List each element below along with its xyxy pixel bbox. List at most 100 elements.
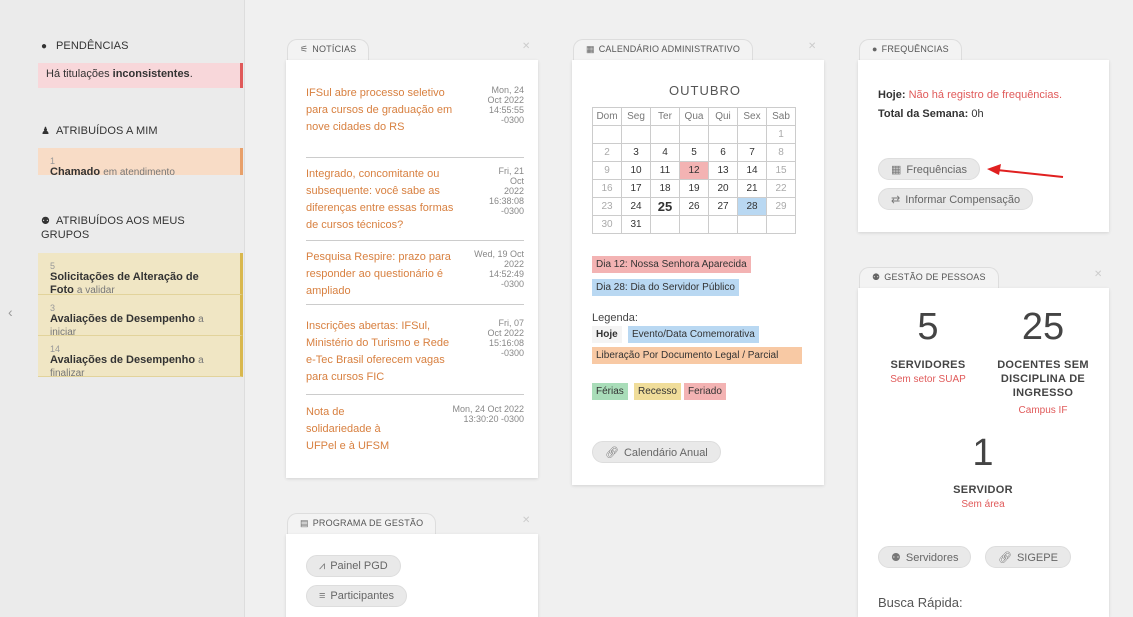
- users-icon: ⚉: [891, 552, 901, 564]
- calendario-anual-button[interactable]: 🔗︎ Calendário Anual: [592, 441, 721, 463]
- calendar-empty-cell: [621, 125, 651, 144]
- file-icon: ▤: [300, 518, 309, 528]
- calendar-day[interactable]: 28: [737, 197, 767, 216]
- news-item[interactable]: Nota de solidariedade à UFPel e à UFSM M…: [306, 404, 524, 460]
- calendar-day[interactable]: 30: [592, 215, 622, 234]
- stat-servidores-num[interactable]: 5: [898, 306, 958, 349]
- painel-pgd-button[interactable]: ⩘ Painel PGD: [306, 555, 401, 577]
- clock-icon: ●: [872, 44, 878, 54]
- pendencia-alert[interactable]: Há titulações inconsistentes.: [38, 63, 243, 88]
- calendar-empty-cell: [650, 215, 680, 234]
- calendar-day[interactable]: 5: [679, 143, 709, 162]
- close-icon[interactable]: ✕: [522, 41, 530, 52]
- calendar-day[interactable]: 6: [708, 143, 738, 162]
- calendar-day[interactable]: 11: [650, 161, 680, 180]
- news-item[interactable]: Integrado, concomitante ou subsequente: …: [306, 166, 524, 241]
- stat-servidores-sub: Sem setor SUAP: [890, 374, 966, 385]
- calendar-day[interactable]: 24: [621, 197, 651, 216]
- calendar-day[interactable]: 12: [679, 161, 709, 180]
- calendar-day[interactable]: 7: [737, 143, 767, 162]
- legend-label: Legenda:: [592, 312, 638, 324]
- atribuidos-title: ♟ ATRIBUÍDOS A MIM: [41, 125, 158, 137]
- calendar-day[interactable]: 25: [650, 197, 680, 216]
- calendar-empty-cell: [679, 125, 709, 144]
- tab-gestao-pessoas[interactable]: ⚉ GESTÃO DE PESSOAS: [859, 267, 999, 288]
- calendar-empty-cell: [737, 215, 767, 234]
- calendar-day[interactable]: 2: [592, 143, 622, 162]
- calendar-icon: ▦: [586, 44, 595, 54]
- calendar-day[interactable]: 1: [766, 125, 796, 144]
- close-icon[interactable]: ✕: [1094, 269, 1102, 280]
- participantes-button[interactable]: ≡ Participantes: [306, 585, 408, 607]
- calendar-day[interactable]: 8: [766, 143, 796, 162]
- calendar-day[interactable]: 31: [621, 215, 651, 234]
- weekday-header: Sex: [737, 107, 767, 126]
- rss-icon: ⚟: [300, 44, 309, 54]
- calendar-day[interactable]: 3: [621, 143, 651, 162]
- grupos-title: ⚉ ATRIBUÍDOS AOS MEUS: [41, 215, 185, 227]
- user-icon: ♟: [41, 126, 51, 137]
- calendar-day[interactable]: 29: [766, 197, 796, 216]
- calendar-day[interactable]: 10: [621, 161, 651, 180]
- informar-compensacao-button[interactable]: ⇄ Informar Compensação: [878, 188, 1034, 210]
- gestao-card: 5 SERVIDORES Sem setor SUAP 25 DOCENTES …: [858, 288, 1109, 617]
- news-item[interactable]: Inscrições abertas: IFSul, Ministério do…: [306, 318, 524, 395]
- close-icon[interactable]: ✕: [808, 41, 816, 52]
- weekday-header: Ter: [650, 107, 680, 126]
- grupos-title-line2: GRUPOS: [41, 229, 90, 241]
- calendar-day[interactable]: 21: [737, 179, 767, 198]
- tab-calendario[interactable]: ▦ CALENDÁRIO ADMINISTRATIVO: [573, 39, 754, 60]
- group-item-avaliacoes-iniciar[interactable]: 3Avaliações de Desempenho a iniciar: [38, 295, 243, 338]
- calendar-month: OUTUBRO: [669, 83, 741, 98]
- sigepe-button[interactable]: 🔗︎ SIGEPE: [985, 546, 1071, 568]
- frequencias-button[interactable]: ▦ Frequências: [878, 158, 980, 180]
- calendar-day[interactable]: 13: [708, 161, 738, 180]
- weekday-header: Qui: [708, 107, 738, 126]
- calendar-day[interactable]: 9: [592, 161, 622, 180]
- calendar-icon: ▦: [891, 164, 902, 176]
- chart-line-icon: ⩘: [319, 560, 326, 572]
- calendar-day[interactable]: 17: [621, 179, 651, 198]
- tab-noticias[interactable]: ⚟ NOTÍCIAS: [287, 39, 370, 60]
- calendar-day[interactable]: 14: [737, 161, 767, 180]
- legend-ferias: Férias: [592, 383, 628, 400]
- tab-programa-gestao[interactable]: ▤ PROGRAMA DE GESTÃO: [287, 513, 437, 534]
- group-item-foto[interactable]: 5Solicitações de Alteração de Foto a val…: [38, 253, 243, 296]
- stat-docentes-num[interactable]: 25: [1003, 306, 1083, 349]
- calendar-day[interactable]: 15: [766, 161, 796, 180]
- tab-frequencias[interactable]: ● FREQUÊNCIAS: [859, 39, 962, 60]
- arrow-annotation-icon: [987, 164, 1064, 178]
- legend-feriado: Feriado: [684, 383, 726, 400]
- busca-rapida-label: Busca Rápida:: [878, 595, 963, 610]
- chevron-left-icon[interactable]: ‹: [8, 304, 13, 320]
- stat-docentes-sub: Campus IF: [1018, 405, 1068, 416]
- calendar-day[interactable]: 20: [708, 179, 738, 198]
- calendar-day[interactable]: 18: [650, 179, 680, 198]
- calendar-day[interactable]: 22: [766, 179, 796, 198]
- calendar-empty-cell: [679, 215, 709, 234]
- servidores-button[interactable]: ⚉ Servidores: [878, 546, 972, 568]
- calendar-day[interactable]: 19: [679, 179, 709, 198]
- close-icon[interactable]: ✕: [522, 515, 530, 526]
- pendencias-title: ● PENDÊNCIAS: [41, 40, 129, 52]
- weekday-header: Dom: [592, 107, 622, 126]
- group-item-avaliacoes-finalizar[interactable]: 14Avaliações de Desempenho a finalizar: [38, 336, 243, 379]
- calendar-day[interactable]: 26: [679, 197, 709, 216]
- news-item[interactable]: IFSul abre processo seletivo para cursos…: [306, 85, 524, 158]
- news-item[interactable]: Pesquisa Respire: prazo para responder a…: [306, 249, 524, 305]
- chamado-item[interactable]: 1Chamado em atendimento: [38, 148, 243, 178]
- stat-servidor-num[interactable]: 1: [953, 432, 1013, 475]
- stat-servidores-label: SERVIDORES: [890, 359, 966, 371]
- sidebar: ● PENDÊNCIAS Há titulações inconsistentes…: [0, 0, 245, 617]
- calendar-day[interactable]: 23: [592, 197, 622, 216]
- calendar-day[interactable]: 4: [650, 143, 680, 162]
- legend-today: Hoje: [592, 326, 622, 343]
- event-dia-servidor: Dia 28: Dia do Servidor Público: [592, 279, 739, 296]
- users-icon: ⚉: [872, 272, 881, 282]
- stat-servidor-label: SERVIDOR: [953, 484, 1013, 496]
- stat-servidor-sub: Sem área: [961, 499, 1005, 510]
- calendar-empty-cell: [766, 215, 796, 234]
- calendar-day[interactable]: 16: [592, 179, 622, 198]
- calendar-grid: Dom Seg Ter Qua Qui Sex Sab 1 2 3 4 5 6 7 8 9 10 11 12 13 1…: [592, 107, 796, 234]
- calendar-day[interactable]: 27: [708, 197, 738, 216]
